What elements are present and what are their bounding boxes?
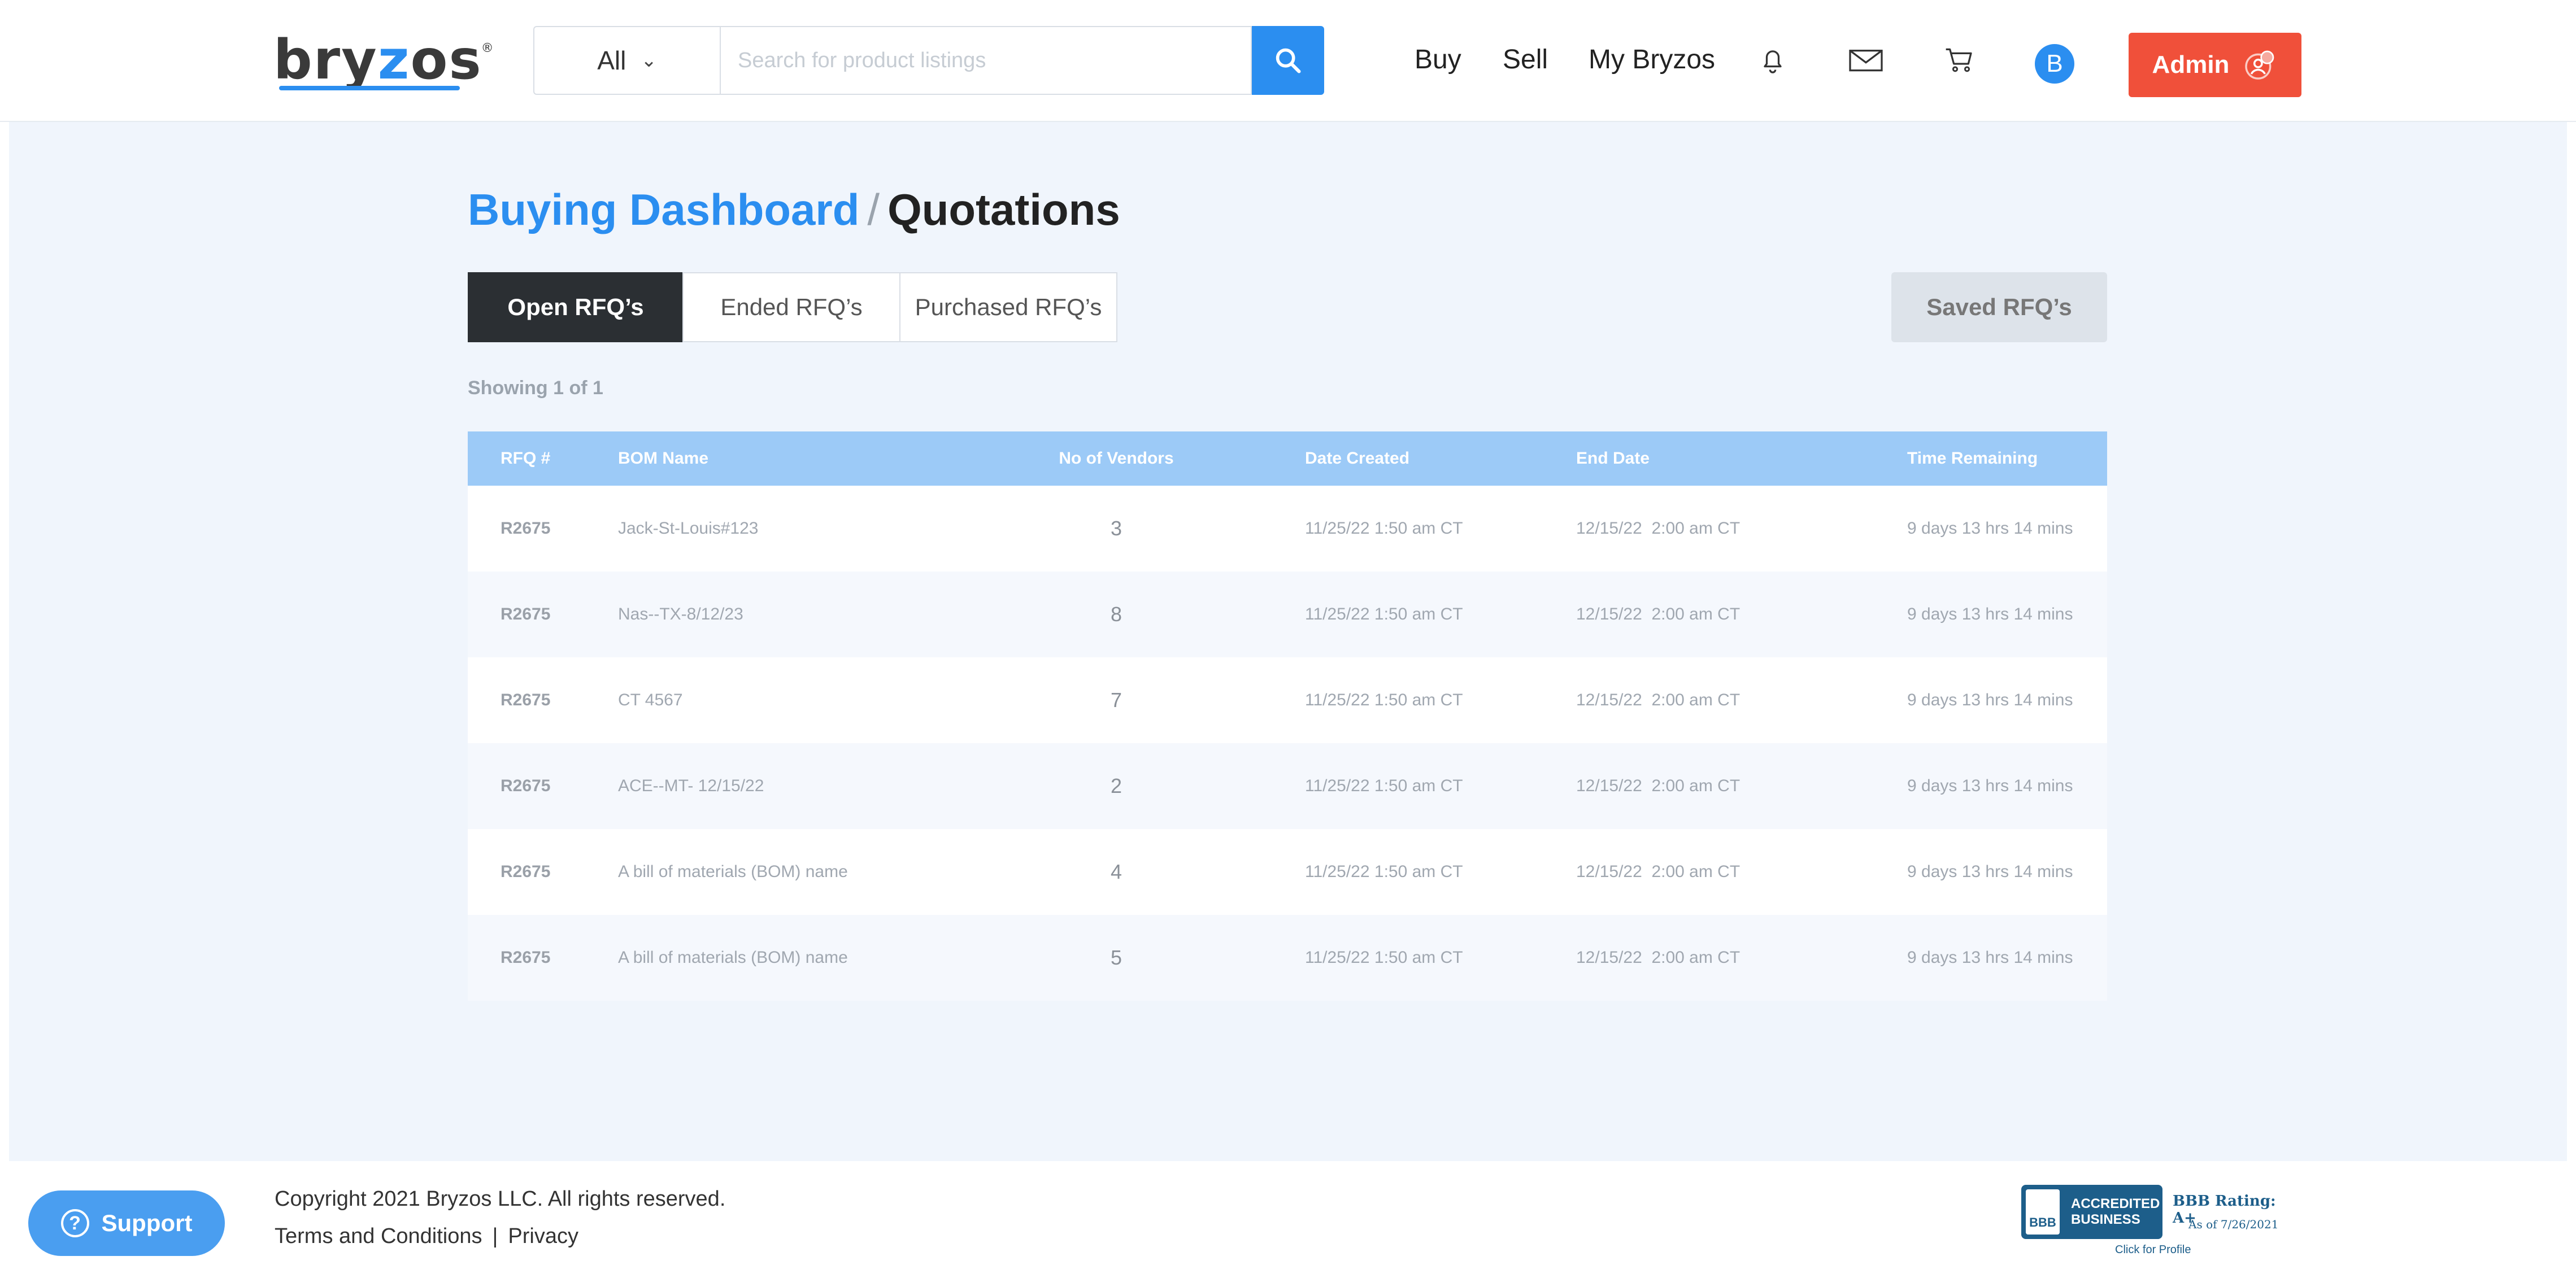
breadcrumb: Buying Dashboard / Quotations (468, 184, 1120, 235)
showing-count: Showing 1 of 1 (468, 377, 603, 399)
column-header-rfq: RFQ # (501, 449, 551, 468)
category-select-value: All (597, 46, 626, 75)
bbb-logo: BBB (2026, 1189, 2060, 1235)
cell-rfq: R2675 (501, 777, 551, 795)
table-row[interactable]: R2675 ACE--MT- 12/15/22 2 11/25/22 1:50 … (468, 743, 2107, 829)
bryzos-logo[interactable]: bryzos ® (273, 32, 494, 90)
cell-end-date: 12/15/22 2:00 am CT (1576, 605, 1740, 623)
cell-end-date: 12/15/22 2:00 am CT (1576, 777, 1740, 795)
cell-bom-name: A bill of materials (BOM) name (618, 862, 848, 881)
page-title: Quotations (887, 185, 1120, 234)
cell-date-created: 11/25/22 1:50 am CT (1305, 519, 1463, 538)
cell-time-remaining: 9 days 13 hrs 14 mins (1907, 862, 2073, 881)
nav-sell[interactable]: Sell (1503, 44, 1548, 75)
table-row[interactable]: R2675 Jack-St-Louis#123 3 11/25/22 1:50 … (468, 486, 2107, 572)
column-header-end-date: End Date (1576, 449, 1650, 468)
footer-links: Terms and Conditions | Privacy (275, 1224, 578, 1249)
privacy-link[interactable]: Privacy (508, 1224, 578, 1248)
tab-open-rfqs[interactable]: Open RFQ’s (468, 272, 684, 342)
bbb-accredited-line2: BUSINESS (2071, 1212, 2140, 1227)
bbb-seal: BBB ACCREDITED BUSINESS (2021, 1185, 2162, 1239)
category-select[interactable]: All ⌄ (533, 26, 720, 95)
table-row[interactable]: R2675 Nas--TX-8/12/23 8 11/25/22 1:50 am… (468, 572, 2107, 657)
cell-rfq: R2675 (501, 948, 551, 967)
cell-vendors: 2 (1110, 774, 1122, 797)
cell-time-remaining: 9 days 13 hrs 14 mins (1907, 605, 2073, 623)
cell-vendors: 7 (1110, 688, 1122, 712)
bbb-click-for-profile[interactable]: Click for Profile (2115, 1244, 2191, 1257)
quotations-table: RFQ # BOM Name No of Vendors Date Create… (468, 431, 2107, 1001)
cell-date-created: 11/25/22 1:50 am CT (1305, 948, 1463, 967)
cell-rfq: R2675 (501, 862, 551, 881)
column-header-date-created: Date Created (1305, 449, 1410, 468)
saved-rfqs-button[interactable]: Saved RFQ’s (1891, 272, 2107, 342)
footer-link-separator: | (492, 1224, 498, 1248)
cell-rfq: R2675 (501, 691, 551, 709)
search-button[interactable] (1252, 26, 1324, 95)
breadcrumb-separator: / (867, 185, 880, 234)
breadcrumb-buying-dashboard[interactable]: Buying Dashboard (468, 185, 859, 234)
bbb-accredited-line1: ACCREDITED (2071, 1196, 2160, 1211)
cell-vendors: 5 (1110, 946, 1122, 969)
tab-ended-rfqs[interactable]: Ended RFQ’s (682, 272, 900, 342)
chevron-down-icon: ⌄ (641, 50, 657, 71)
tab-purchased-rfqs[interactable]: Purchased RFQ’s (899, 272, 1117, 342)
bbb-accreditation-badge[interactable]: BBB ACCREDITED BUSINESS BBB Rating: A+ A… (2021, 1185, 2298, 1258)
cell-date-created: 11/25/22 1:50 am CT (1305, 862, 1463, 881)
support-label: Support (101, 1210, 193, 1236)
column-header-bom-name: BOM Name (618, 449, 709, 468)
cell-end-date: 12/15/22 2:00 am CT (1576, 948, 1740, 967)
copyright-text: Copyright 2021 Bryzos LLC. All rights re… (275, 1187, 726, 1211)
cell-time-remaining: 9 days 13 hrs 14 mins (1907, 777, 2073, 795)
support-button[interactable]: ? Support (28, 1190, 225, 1256)
table-row[interactable]: R2675 A bill of materials (BOM) name 4 1… (468, 829, 2107, 915)
bbb-as-of-date: As of 7/26/2021 (2188, 1218, 2279, 1231)
admin-button[interactable]: Admin (2129, 33, 2301, 97)
rfq-tabs: Open RFQ’s Ended RFQ’s Purchased RFQ’s (468, 272, 1117, 342)
table-header: RFQ # BOM Name No of Vendors Date Create… (468, 431, 2107, 486)
cell-bom-name: CT 4567 (618, 691, 683, 709)
search-input[interactable] (720, 26, 1252, 95)
admin-button-label: Admin (2152, 51, 2230, 78)
table-row[interactable]: R2675 CT 4567 7 11/25/22 1:50 am CT 12/1… (468, 657, 2107, 743)
column-header-vendors: No of Vendors (1059, 449, 1174, 468)
table-row[interactable]: R2675 A bill of materials (BOM) name 5 1… (468, 915, 2107, 1001)
cell-bom-name: Jack-St-Louis#123 (618, 519, 759, 538)
cell-date-created: 11/25/22 1:50 am CT (1305, 605, 1463, 623)
column-header-time-remaining: Time Remaining (1907, 449, 2038, 468)
cell-bom-name: A bill of materials (BOM) name (618, 948, 848, 967)
cell-bom-name: Nas--TX-8/12/23 (618, 605, 743, 623)
cell-bom-name: ACE--MT- 12/15/22 (618, 777, 764, 795)
bbb-accredited-text: ACCREDITED BUSINESS (2071, 1196, 2160, 1228)
cell-rfq: R2675 (501, 605, 551, 623)
cell-vendors: 4 (1110, 860, 1122, 883)
cell-time-remaining: 9 days 13 hrs 14 mins (1907, 691, 2073, 709)
bell-icon[interactable] (1757, 44, 1789, 76)
cell-end-date: 12/15/22 2:00 am CT (1576, 691, 1740, 709)
user-avatar[interactable]: B (2035, 44, 2074, 84)
cart-icon[interactable] (1943, 44, 1975, 76)
nav-buy[interactable]: Buy (1415, 44, 1461, 75)
cell-date-created: 11/25/22 1:50 am CT (1305, 691, 1463, 709)
help-icon: ? (60, 1209, 89, 1237)
nav-my-bryzos[interactable]: My Bryzos (1589, 44, 1715, 75)
terms-link[interactable]: Terms and Conditions (275, 1224, 482, 1248)
cell-vendors: 8 (1110, 603, 1122, 626)
cell-end-date: 12/15/22 2:00 am CT (1576, 519, 1740, 538)
cell-rfq: R2675 (501, 519, 551, 538)
cell-time-remaining: 9 days 13 hrs 14 mins (1907, 948, 2073, 967)
cell-end-date: 12/15/22 2:00 am CT (1576, 862, 1740, 881)
admin-user-icon (2245, 50, 2274, 80)
cell-time-remaining: 9 days 13 hrs 14 mins (1907, 519, 2073, 538)
cell-vendors: 3 (1110, 517, 1122, 540)
top-header: bryzos ® All ⌄ Buy Sell My Bryzos B Admi… (0, 0, 2576, 122)
mail-icon[interactable] (1847, 44, 1885, 76)
search-icon (1276, 48, 1301, 73)
cell-date-created: 11/25/22 1:50 am CT (1305, 777, 1463, 795)
